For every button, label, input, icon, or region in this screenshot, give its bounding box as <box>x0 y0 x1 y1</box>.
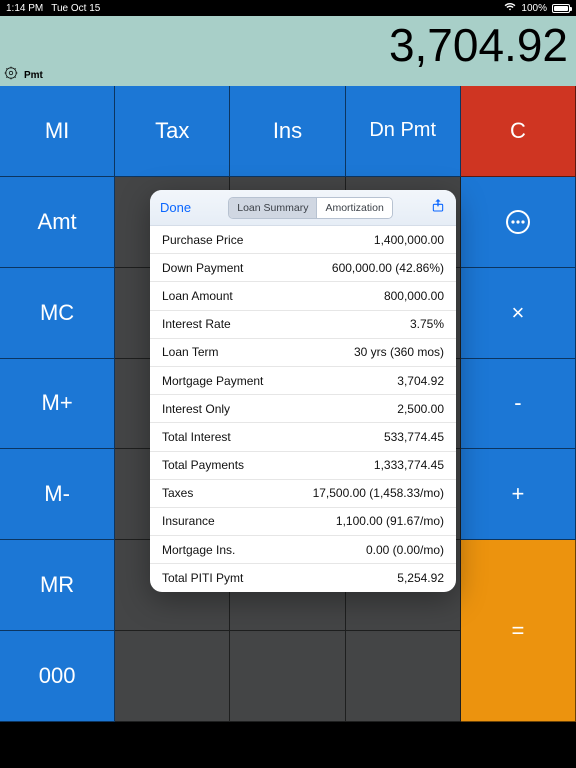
table-row: Total Interest 533,774.45 <box>150 423 456 451</box>
row-label: Total Payments <box>162 458 244 472</box>
key-mr[interactable]: MR <box>0 540 115 631</box>
key-equals[interactable]: = <box>461 540 576 722</box>
key-more[interactable] <box>461 177 576 268</box>
battery-icon <box>552 4 570 13</box>
row-label: Interest Rate <box>162 317 231 331</box>
row-value: 800,000.00 <box>384 289 444 303</box>
row-value: 533,774.45 <box>384 430 444 444</box>
row-value: 1,333,774.45 <box>374 458 444 472</box>
summary-rows: Purchase Price 1,400,000.00 Down Payment 6… <box>150 226 456 592</box>
app-screen: 1:14 PM Tue Oct 15 100% 3,704.92 Pmt MI … <box>0 0 576 768</box>
key-minus[interactable]: - <box>461 359 576 450</box>
row-label: Taxes <box>162 486 193 500</box>
row-label: Total Interest <box>162 430 231 444</box>
share-icon[interactable] <box>430 197 446 218</box>
key-hidden-r7c3[interactable] <box>230 631 345 722</box>
table-row: Interest Only 2,500.00 <box>150 395 456 423</box>
key-mminus[interactable]: M- <box>0 449 115 540</box>
status-right: 100% <box>504 2 570 15</box>
mode-label: Pmt <box>24 70 43 81</box>
row-label: Mortgage Payment <box>162 374 263 388</box>
key-ins[interactable]: Ins <box>230 86 345 177</box>
row-label: Loan Amount <box>162 289 233 303</box>
row-label: Total PITI Pymt <box>162 571 243 585</box>
row-label: Interest Only <box>162 402 230 416</box>
row-value: 0.00 (0.00/mo) <box>366 543 444 557</box>
tab-amortization[interactable]: Amortization <box>316 198 391 218</box>
row-value: 5,254.92 <box>397 571 444 585</box>
row-value: 3.75% <box>410 317 444 331</box>
row-value: 600,000.00 (42.86%) <box>332 261 444 275</box>
tab-loan-summary[interactable]: Loan Summary <box>229 198 316 218</box>
display-value: 3,704.92 <box>389 18 568 72</box>
row-label: Mortgage Ins. <box>162 543 235 557</box>
table-row: Insurance 1,100.00 (91.67/mo) <box>150 508 456 536</box>
key-hidden-r7c4[interactable] <box>346 631 461 722</box>
key-tax[interactable]: Tax <box>115 86 230 177</box>
key-mplus[interactable]: M+ <box>0 359 115 450</box>
row-label: Purchase Price <box>162 233 243 247</box>
table-row: Taxes 17,500.00 (1,458.33/mo) <box>150 480 456 508</box>
popover-header: Done Loan Summary Amortization <box>150 190 456 226</box>
calculator-display: 3,704.92 Pmt <box>0 16 576 86</box>
status-date: Tue Oct 15 <box>51 3 100 14</box>
status-bar: 1:14 PM Tue Oct 15 100% <box>0 0 576 16</box>
table-row: Purchase Price 1,400,000.00 <box>150 226 456 254</box>
key-multiply[interactable]: × <box>461 268 576 359</box>
row-value: 2,500.00 <box>397 402 444 416</box>
row-label: Loan Term <box>162 345 218 359</box>
key-amt[interactable]: Amt <box>0 177 115 268</box>
table-row: Mortgage Payment 3,704.92 <box>150 367 456 395</box>
more-icon <box>504 208 532 236</box>
status-time: 1:14 PM <box>6 3 43 14</box>
key-000[interactable]: 000 <box>0 631 115 722</box>
row-value: 1,400,000.00 <box>374 233 444 247</box>
table-row: Total Payments 1,333,774.45 <box>150 452 456 480</box>
summary-tabs: Loan Summary Amortization <box>228 197 393 219</box>
key-mc[interactable]: MC <box>0 268 115 359</box>
status-left: 1:14 PM Tue Oct 15 <box>6 3 100 14</box>
row-value: 1,100.00 (91.67/mo) <box>336 514 444 528</box>
battery-percent: 100% <box>521 3 547 14</box>
row-label: Insurance <box>162 514 215 528</box>
key-dnpmt[interactable]: Dn Pmt <box>346 86 461 177</box>
row-value: 17,500.00 (1,458.33/mo) <box>313 486 444 500</box>
table-row: Loan Amount 800,000.00 <box>150 282 456 310</box>
row-label: Down Payment <box>162 261 243 275</box>
table-row: Loan Term 30 yrs (360 mos) <box>150 339 456 367</box>
key-hidden-r7c2[interactable] <box>115 631 230 722</box>
done-button[interactable]: Done <box>160 200 191 215</box>
table-row: Mortgage Ins. 0.00 (0.00/mo) <box>150 536 456 564</box>
key-clear[interactable]: C <box>461 86 576 177</box>
table-row: Down Payment 600,000.00 (42.86%) <box>150 254 456 282</box>
gear-icon[interactable] <box>4 66 18 80</box>
bottom-bar <box>0 722 576 768</box>
loan-summary-popover: Done Loan Summary Amortization Purchase … <box>150 190 456 592</box>
key-plus[interactable]: + <box>461 449 576 540</box>
row-value: 30 yrs (360 mos) <box>354 345 444 359</box>
row-value: 3,704.92 <box>397 374 444 388</box>
table-row: Total PITI Pymt 5,254.92 <box>150 564 456 592</box>
table-row: Interest Rate 3.75% <box>150 311 456 339</box>
wifi-icon <box>504 2 516 15</box>
key-mi[interactable]: MI <box>0 86 115 177</box>
